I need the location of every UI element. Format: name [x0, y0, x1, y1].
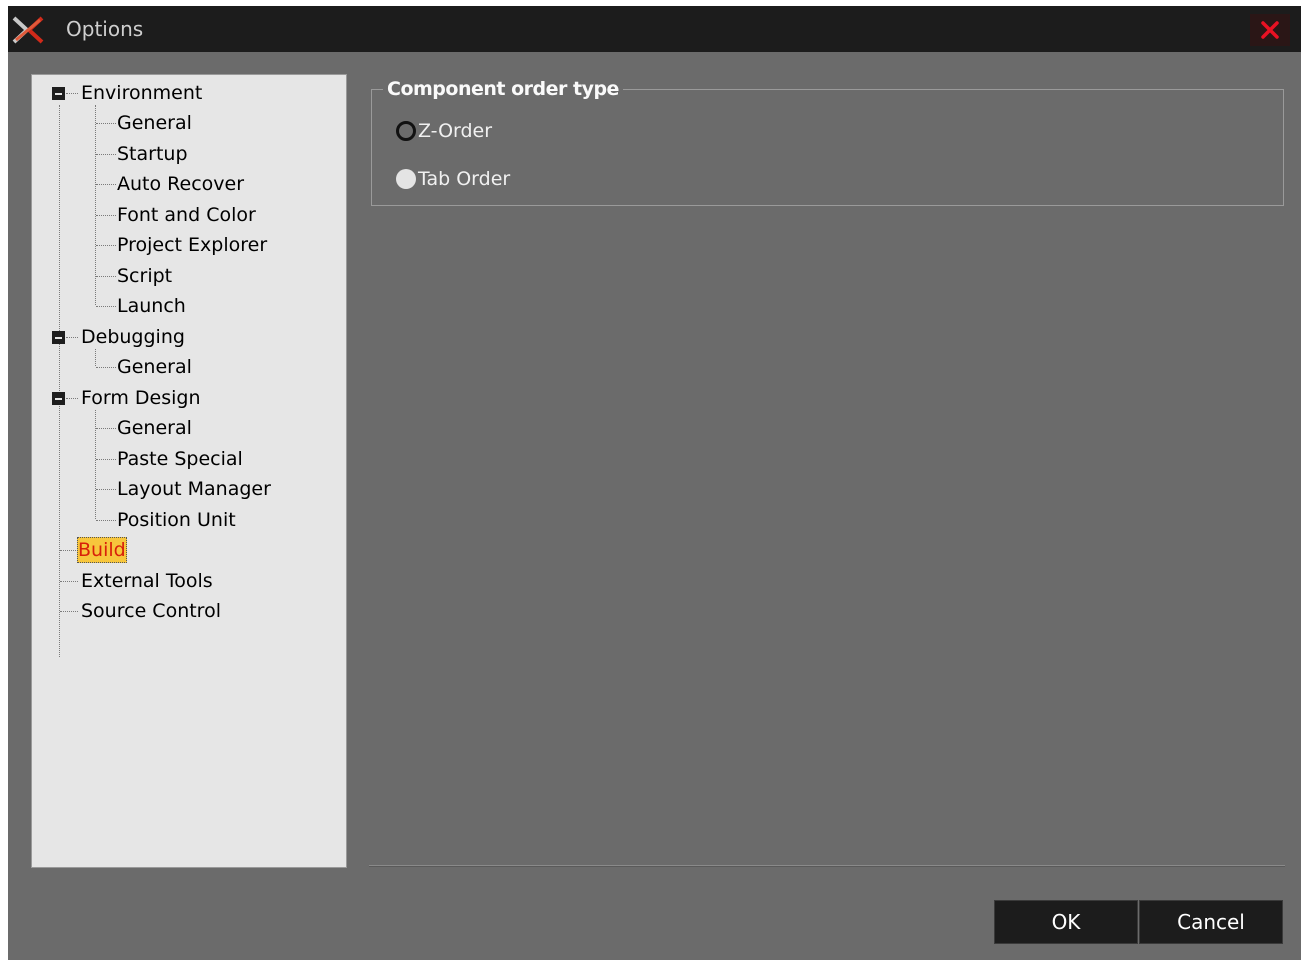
radio-tab-order[interactable]: Tab Order — [396, 166, 510, 192]
collapse-icon[interactable] — [52, 392, 65, 405]
tree-item-auto-recover[interactable]: Auto Recover — [32, 171, 342, 197]
tree-item-launch[interactable]: Launch — [32, 293, 342, 319]
close-icon — [1261, 21, 1279, 39]
tree-item-label: External Tools — [81, 570, 213, 592]
radio-unchecked-icon[interactable] — [396, 169, 416, 189]
tree-item-source-control[interactable]: Source Control — [32, 598, 342, 624]
collapse-icon[interactable] — [52, 87, 65, 100]
tree-item-label: General — [117, 417, 192, 439]
tree-item-general[interactable]: General — [32, 110, 342, 136]
tree-item-label: Project Explorer — [117, 234, 268, 256]
tree-item-label: Startup — [117, 143, 188, 165]
tree-item-label: Form Design — [81, 387, 201, 409]
radio-checked-icon[interactable] — [396, 121, 416, 141]
radio-label: Tab Order — [418, 168, 511, 190]
options-tree[interactable]: Environment General Startup Auto Recover… — [31, 74, 347, 868]
tree-item-label: General — [117, 112, 192, 134]
radio-label: Z-Order — [418, 120, 493, 142]
tree-item-label: Launch — [117, 295, 186, 317]
tree-item-label: Script — [117, 265, 173, 287]
tree-item-startup[interactable]: Startup — [32, 141, 342, 167]
tree-item-layout-manager[interactable]: Layout Manager — [32, 476, 342, 502]
title-bar[interactable]: Options — [8, 6, 1301, 52]
tree-item-label: Auto Recover — [117, 173, 245, 195]
tree-item-font-and-color[interactable]: Font and Color — [32, 202, 342, 228]
window-title: Options — [66, 17, 144, 41]
tree-item-position-unit[interactable]: Position Unit — [32, 507, 342, 533]
tree-item-label: Debugging — [81, 326, 185, 348]
options-dialog: Options Environment General Startup Auto… — [8, 6, 1301, 960]
ok-button[interactable]: OK — [994, 900, 1138, 944]
tree-item-form-design[interactable]: Form Design — [32, 385, 342, 411]
collapse-icon[interactable] — [52, 331, 65, 344]
tree-item-script[interactable]: Script — [32, 263, 342, 289]
tree-item-label: Source Control — [81, 600, 221, 622]
tree-item-external-tools[interactable]: External Tools — [32, 568, 342, 594]
app-logo-icon — [12, 16, 44, 44]
tree-item-project-explorer[interactable]: Project Explorer — [32, 232, 342, 258]
tree-item-form-design-general[interactable]: General — [32, 415, 342, 441]
tree-item-paste-special[interactable]: Paste Special — [32, 446, 342, 472]
tree-item-label: Environment — [81, 82, 203, 104]
groupbox-title: Component order type — [383, 76, 623, 102]
tree-item-label: General — [117, 356, 192, 378]
close-button[interactable] — [1250, 14, 1290, 46]
radio-z-order[interactable]: Z-Order — [396, 118, 492, 144]
tree-item-environment[interactable]: Environment — [32, 80, 342, 106]
tree-item-label: Paste Special — [117, 448, 243, 470]
divider — [369, 865, 1285, 867]
tree-item-debugging-general[interactable]: General — [32, 354, 342, 380]
cancel-button[interactable]: Cancel — [1139, 900, 1283, 944]
tree-item-debugging[interactable]: Debugging — [32, 324, 342, 350]
tree-item-label: Layout Manager — [117, 478, 271, 500]
tree-item-label-selected: Build — [77, 537, 127, 563]
tree-item-label: Font and Color — [117, 204, 256, 226]
tree-item-build[interactable]: Build — [32, 537, 342, 563]
tree-item-label: Position Unit — [117, 509, 236, 531]
